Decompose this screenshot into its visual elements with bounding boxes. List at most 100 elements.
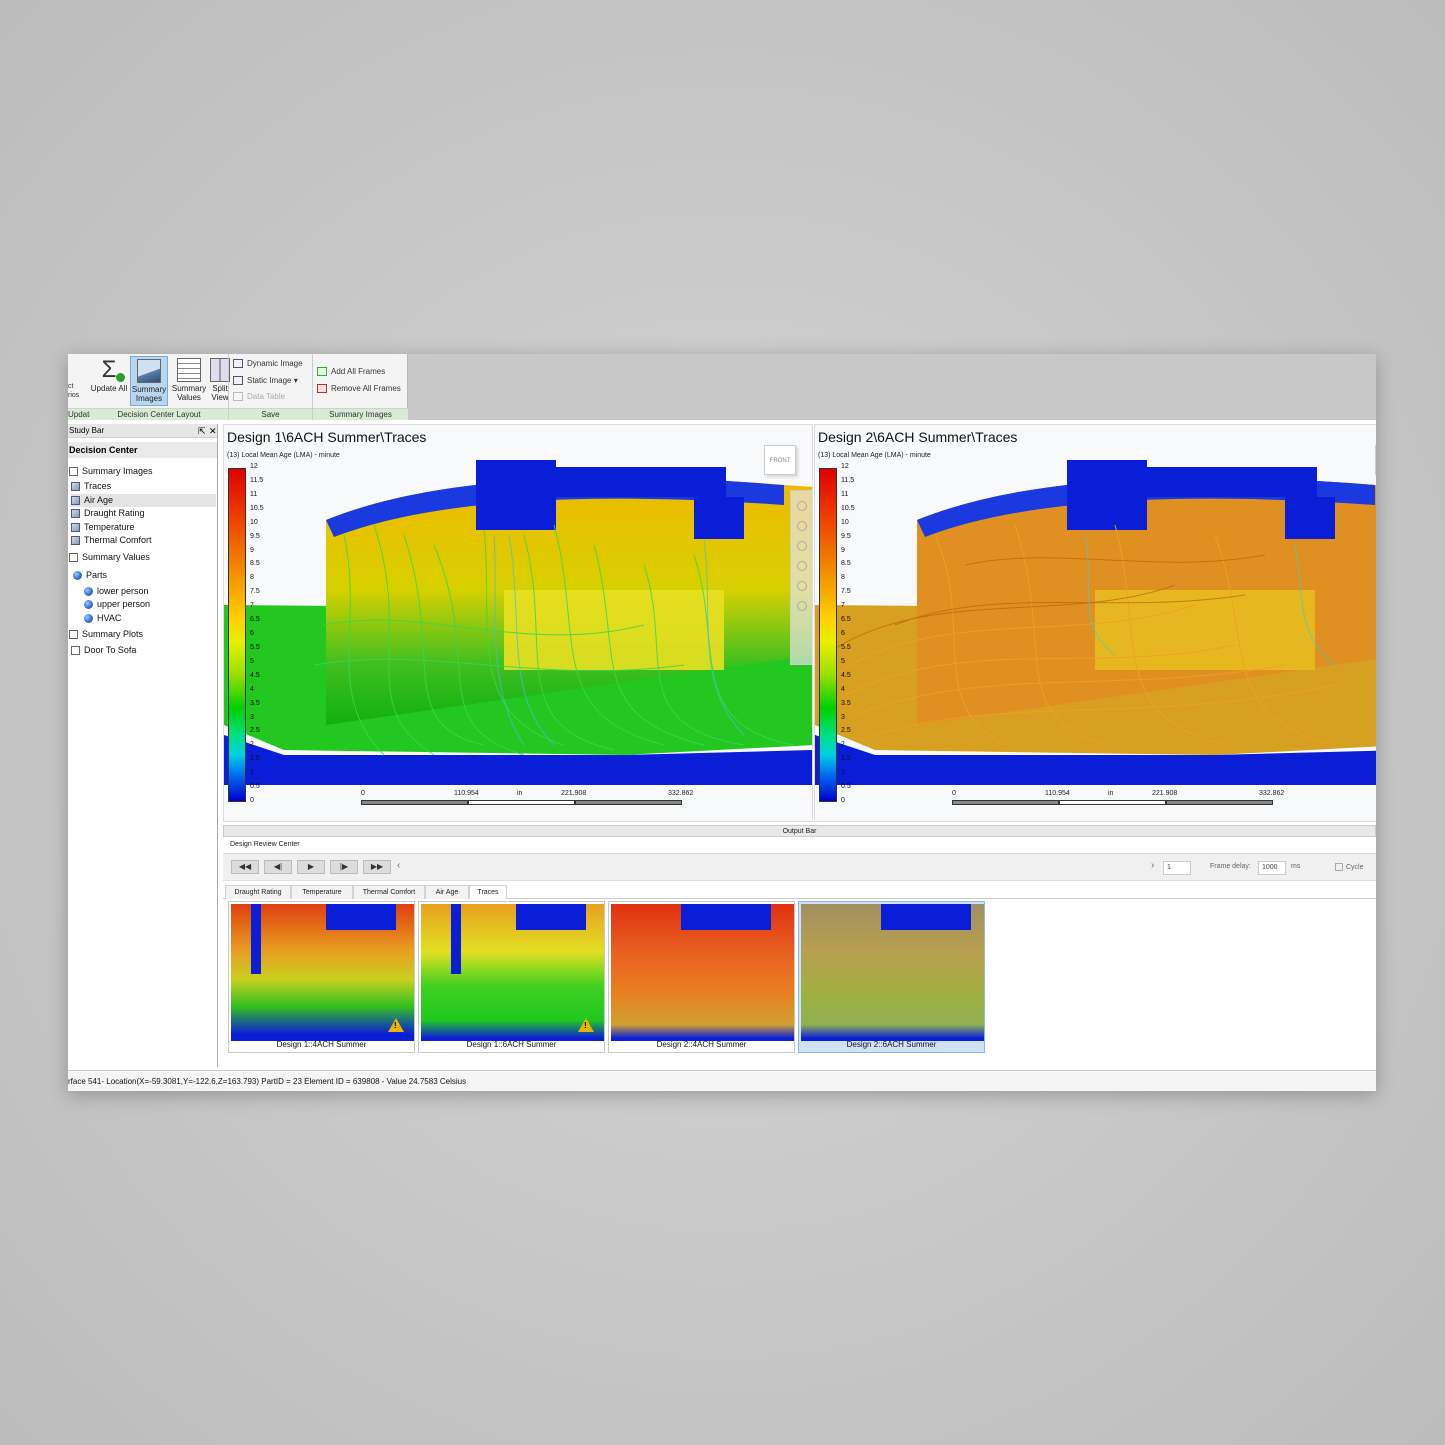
thumbnail-image xyxy=(611,904,794,1041)
scale-label: 0 xyxy=(952,790,956,797)
legend-tick-label: 9.5 xyxy=(250,532,260,540)
checkbox-icon[interactable] xyxy=(1335,863,1343,871)
frame-delay-input[interactable]: 1000 xyxy=(1258,861,1286,875)
tree-item-summary-plots[interactable]: Summary Plots xyxy=(69,628,143,641)
legend-tick-label: 1 xyxy=(250,769,254,777)
tree-item-air-age[interactable]: Air Age xyxy=(71,494,216,507)
add-all-frames-button[interactable]: Add All Frames xyxy=(317,367,385,377)
tree-item-summary-images[interactable]: Summary Images xyxy=(69,465,153,478)
legend-tick-label: 3 xyxy=(841,713,845,721)
tree-item-upper-person[interactable]: upper person xyxy=(84,598,150,611)
viewport-design-2[interactable]: Design 2\6ACH Summer\Traces (13) Local M… xyxy=(814,424,1376,822)
dynamic-image-button[interactable]: Dynamic Image xyxy=(233,359,303,369)
tab-draught-rating[interactable]: Draught Rating xyxy=(225,885,291,899)
view-cube-icon[interactable] xyxy=(1375,445,1376,475)
tree-item-traces[interactable]: Traces xyxy=(71,480,111,493)
study-bar-header-label: Study Bar xyxy=(69,426,105,435)
viewport-design-1[interactable]: Design 1\6ACH Summer\Traces (13) Local M… xyxy=(223,424,813,822)
last-frame-button[interactable]: ▶▶ xyxy=(363,860,391,874)
legend-tick-label: 5.5 xyxy=(841,643,851,651)
frame-stepper[interactable]: 1 xyxy=(1163,861,1191,875)
tree-item-door-to-sofa[interactable]: Door To Sofa xyxy=(71,644,136,657)
design-review-center: Design Review Center ◀◀ ◀| ▶ |▶ ▶▶ ‹ › 1… xyxy=(223,839,1376,1063)
nav-center-icon[interactable] xyxy=(797,601,807,611)
sigma-icon: Σ xyxy=(97,358,125,382)
image-icon xyxy=(71,523,80,533)
part-icon xyxy=(84,587,93,597)
summary-images-button[interactable]: Summary Images xyxy=(130,356,168,406)
tab-temperature[interactable]: Temperature xyxy=(291,885,353,899)
tab-air-age[interactable]: Air Age xyxy=(425,885,469,899)
legend-tick-label: 11 xyxy=(841,490,849,498)
tree-item-thermal-comfort[interactable]: Thermal Comfort xyxy=(71,534,152,547)
data-table-button[interactable]: Data Table xyxy=(233,392,286,402)
thumbnail-design-1-6ach[interactable]: ! Design 1::6ACH Summer xyxy=(418,901,605,1053)
legend-tick-label: 4.5 xyxy=(841,671,851,679)
tree-item-summary-values[interactable]: Summary Values xyxy=(69,551,150,564)
update-all-button[interactable]: Σ Update All xyxy=(90,356,128,406)
legend-tick-label: 9 xyxy=(841,546,845,554)
nav-zoom-icon[interactable] xyxy=(797,541,807,551)
nav-look-icon[interactable] xyxy=(797,581,807,591)
previous-frame-button[interactable]: ◀| xyxy=(264,860,292,874)
ribbon-group-label-update: Update xyxy=(68,408,94,420)
thumbnail-design-2-6ach[interactable]: Design 2::6ACH Summer xyxy=(798,901,985,1053)
view-cube-icon[interactable]: FRONT xyxy=(764,445,796,475)
legend-tick-label: 10.5 xyxy=(250,504,264,512)
static-image-button[interactable]: Static Image ▾ xyxy=(233,376,298,386)
tab-thermal-comfort[interactable]: Thermal Comfort xyxy=(353,885,425,899)
output-bar[interactable]: Output Bar xyxy=(223,825,1376,837)
study-bar-header: Study Bar ⇱ ✕ xyxy=(68,424,217,438)
scale-segment xyxy=(361,800,468,805)
legend-tick-label: 6 xyxy=(841,630,845,637)
tree-label: upper person xyxy=(97,599,151,609)
data-table-label: Data Table xyxy=(247,392,286,401)
ribbon-group-label-layout: Decision Center Layout xyxy=(90,408,228,420)
tree-label: Door To Sofa xyxy=(84,645,137,655)
legend-tick-label: 2 xyxy=(250,741,254,749)
cut-button-label[interactable]: ct rios xyxy=(68,382,79,400)
thumbnail-image xyxy=(421,904,604,1041)
cfd-scene-2 xyxy=(815,460,1376,785)
tree-item-hvac[interactable]: HVAC xyxy=(84,612,121,625)
thumbnail-design-1-4ach[interactable]: ! Design 1::4ACH Summer xyxy=(228,901,415,1053)
legend-tick-label: 6.5 xyxy=(841,616,851,624)
cycle-checkbox[interactable]: Cycle xyxy=(1335,863,1364,871)
first-frame-button[interactable]: ◀◀ xyxy=(231,860,259,874)
nav-fit-icon[interactable] xyxy=(797,561,807,571)
next-arrow-icon[interactable]: › xyxy=(1151,860,1154,871)
tree-item-draught-rating[interactable]: Draught Rating xyxy=(71,507,145,520)
legend-tick-label: 0 xyxy=(841,797,845,804)
prev-arrow-icon[interactable]: ‹ xyxy=(397,860,400,871)
nav-pan-icon[interactable] xyxy=(797,521,807,531)
tree-label: HVAC xyxy=(97,613,122,623)
tree-item-temperature[interactable]: Temperature xyxy=(71,521,135,534)
image-icon xyxy=(71,536,80,546)
tree-item-lower-person[interactable]: lower person xyxy=(84,585,149,598)
close-icon[interactable]: ✕ xyxy=(209,424,217,438)
nav-orbit-icon[interactable] xyxy=(797,501,807,511)
scale-segment xyxy=(575,800,682,805)
legend-tick-label: 2.5 xyxy=(841,727,851,735)
pin-icon[interactable]: ⇱ xyxy=(198,424,206,438)
color-legend-ticks: 12 11.5 11 10.5 10 9.5 9 8.5 8 7.5 7 6.5 6 5.5 5 4.5 4 3.… xyxy=(841,463,871,807)
tree-item-parts[interactable]: Parts xyxy=(73,569,107,582)
thumbnail-design-2-4ach[interactable]: Design 2::4ACH Summer xyxy=(608,901,795,1053)
thumbnail-caption: Design 1::6ACH Summer xyxy=(466,1040,557,1049)
navigation-toolbar[interactable] xyxy=(790,490,812,665)
remove-frames-icon xyxy=(317,384,327,394)
data-table-icon xyxy=(233,392,243,402)
summary-values-button[interactable]: Summary Values xyxy=(170,356,208,406)
thumbnail-image xyxy=(231,904,414,1041)
next-frame-button[interactable]: |▶ xyxy=(330,860,358,874)
play-button[interactable]: ▶ xyxy=(297,860,325,874)
tree-label: Traces xyxy=(84,481,112,491)
scale-label: 332.862 xyxy=(668,790,694,797)
frame-delay-label: Frame delay: xyxy=(1210,863,1251,870)
dynamic-image-label: Dynamic Image xyxy=(247,359,303,368)
ribbon-group-update-partial: ct rios Update xyxy=(68,354,94,420)
tab-traces[interactable]: Traces xyxy=(469,885,507,899)
update-all-label: Update All xyxy=(90,384,128,393)
thumbnail-caption: Design 2::6ACH Summer xyxy=(846,1040,937,1049)
remove-all-frames-button[interactable]: Remove All Frames xyxy=(317,384,401,394)
